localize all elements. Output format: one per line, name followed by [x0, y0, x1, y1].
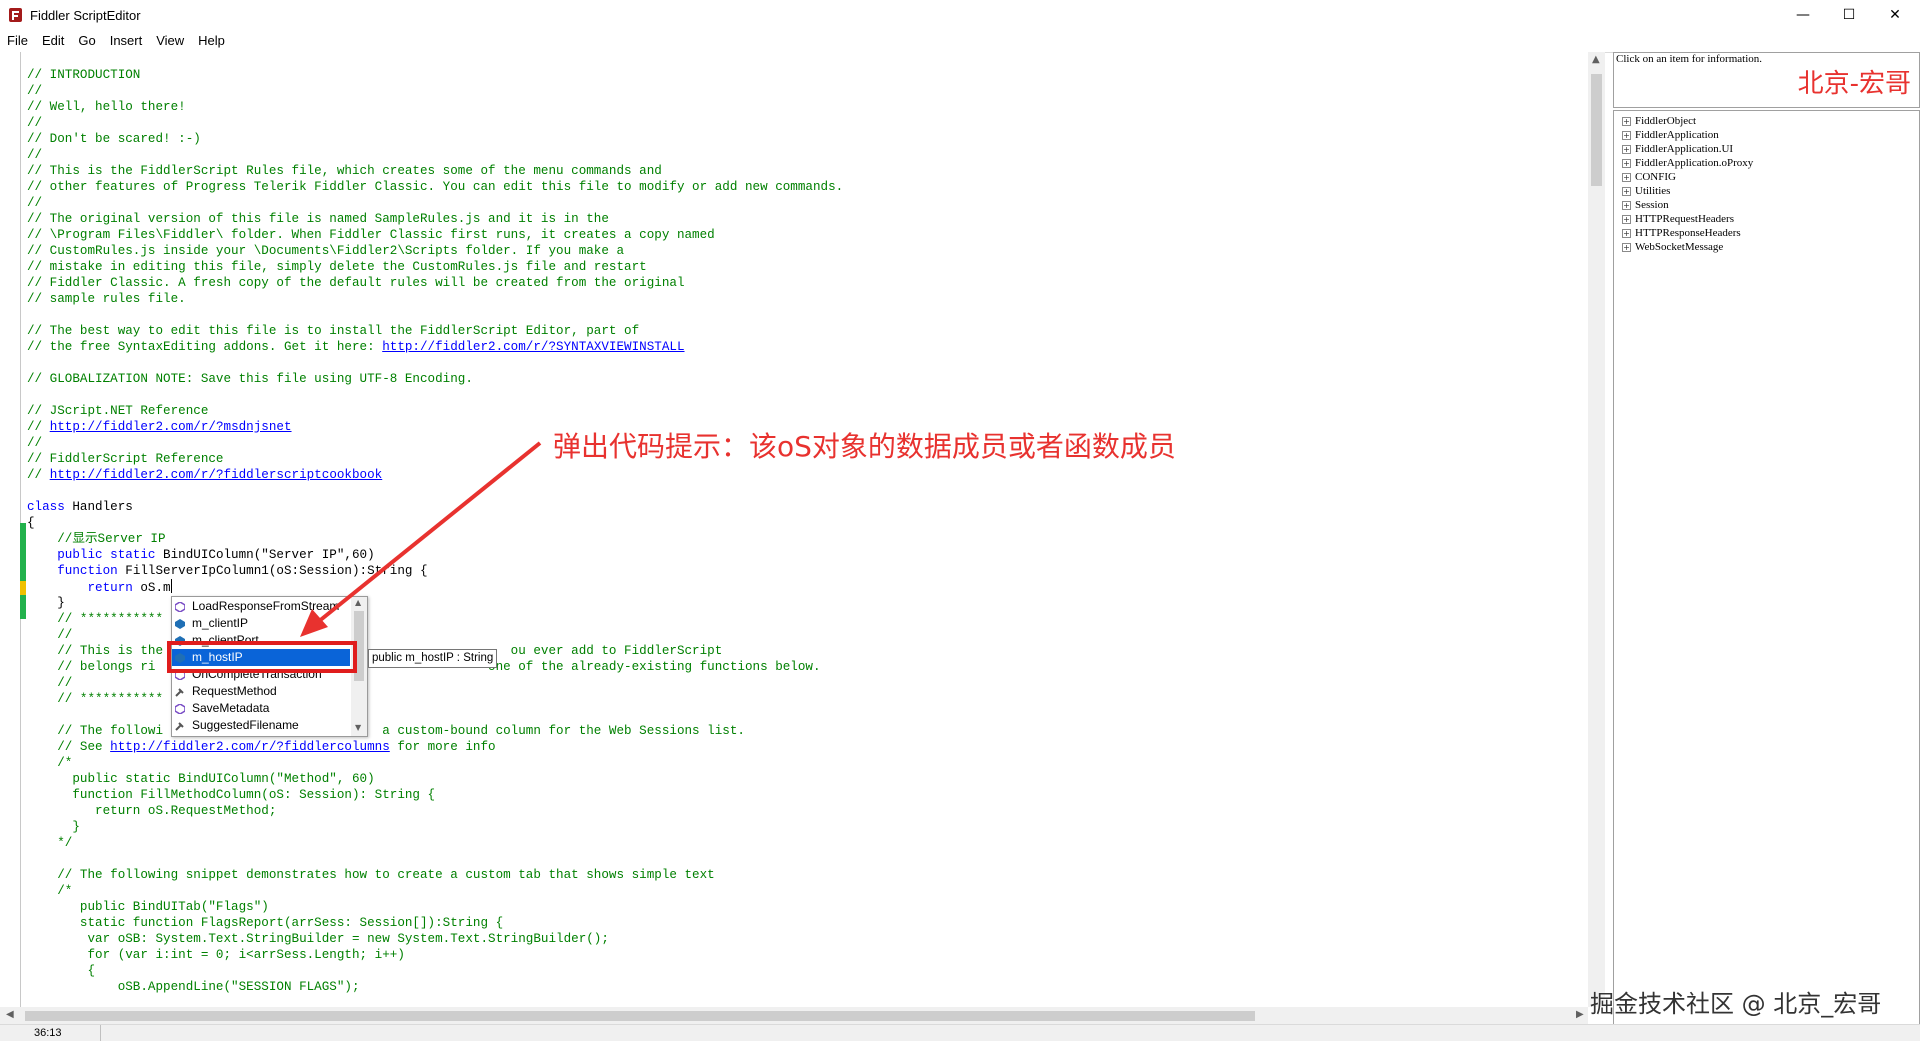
annotation-callout: 弹出代码提示：该oS对象的数据成员或者函数成员 [553, 430, 1176, 463]
watermark-bottom: 掘金技术社区 @ 北京_宏哥 [1590, 990, 1882, 1018]
annotation-arrow [300, 441, 542, 637]
